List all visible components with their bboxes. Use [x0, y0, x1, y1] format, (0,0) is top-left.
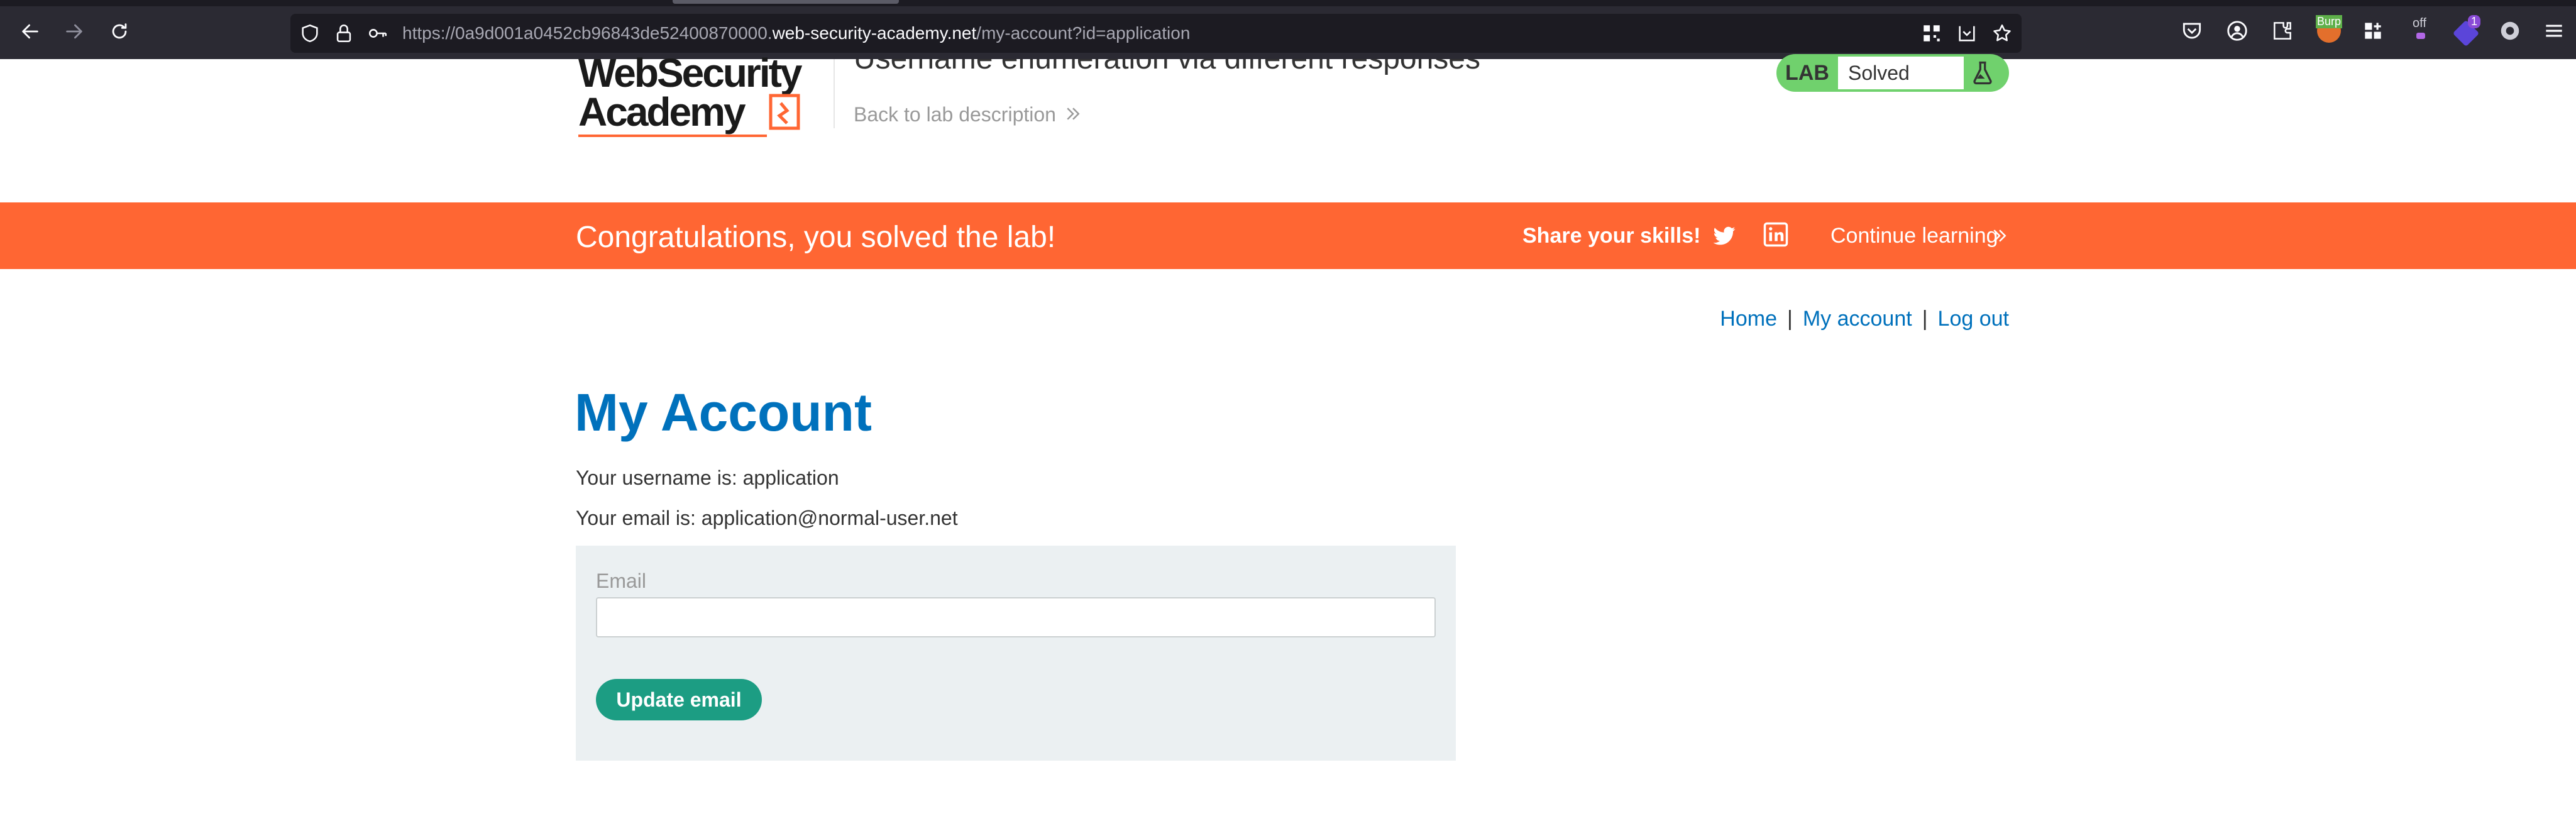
burp-extension-icon[interactable]: Burp [2316, 15, 2343, 43]
lab-badge-label: LAB [1785, 60, 1829, 85]
linkedin-icon[interactable] [1763, 221, 1789, 248]
pocket-icon[interactable] [2180, 19, 2204, 43]
lab-title-clip: Username enumeration via different respo… [842, 59, 1534, 84]
continue-learning-link[interactable]: Continue learning [1830, 224, 1998, 248]
nav-separator: | [1787, 307, 1793, 331]
change-email-form: Email Update email [576, 546, 1456, 761]
url-prefix: https://0a9d001a0452cb96843de52400870000… [402, 23, 773, 43]
double-chevron-right-icon [1067, 107, 1080, 120]
badge-count: 1 [2468, 15, 2481, 28]
web-security-academy-logo[interactable]: WebSecurity Academy [578, 50, 805, 140]
menu-icon[interactable] [2542, 19, 2566, 43]
back-to-lab-link[interactable]: Back to lab description [854, 103, 1056, 126]
top-nav: Home | My account | Log out [1720, 307, 2009, 331]
username-line: Your username is: application [576, 466, 839, 489]
forward-arrow-icon[interactable] [60, 18, 88, 45]
nav-log-out-link[interactable]: Log out [1938, 307, 2009, 331]
email-input[interactable] [596, 597, 1436, 637]
page-title: My Account [575, 383, 872, 442]
account-icon[interactable] [2225, 19, 2249, 43]
grid-extension-icon[interactable] [2361, 19, 2385, 43]
browser-toolbar: https://0a9d001a0452cb96843de52400870000… [0, 0, 2576, 59]
double-chevron-right-icon [1993, 229, 2006, 242]
email-label: Email [596, 570, 647, 592]
logo-underline [578, 135, 767, 137]
shield-icon[interactable] [299, 23, 321, 44]
reload-icon[interactable] [106, 18, 133, 45]
lab-title: Username enumeration via different respo… [854, 59, 1480, 76]
back-arrow-icon[interactable] [16, 18, 44, 45]
qr-code-icon[interactable] [1921, 23, 1942, 44]
burp-label: Burp [2316, 15, 2343, 28]
logo-line2: Academy [578, 89, 746, 135]
twitter-icon[interactable] [1711, 223, 1737, 249]
url-text[interactable]: https://0a9d001a0452cb96843de52400870000… [402, 23, 1190, 43]
nav-separator: | [1922, 307, 1928, 331]
circle-extension-icon[interactable] [2498, 19, 2522, 43]
flask-icon [1973, 61, 1992, 85]
nav-home-link[interactable]: Home [1720, 307, 1777, 331]
lab-badge-status: Solved [1838, 57, 1964, 89]
address-bar[interactable]: https://0a9d001a0452cb96843de52400870000… [290, 14, 2022, 53]
bookmark-star-icon[interactable] [1991, 23, 2013, 44]
key-icon[interactable] [367, 23, 388, 44]
shield-extension-icon[interactable]: 1 [2452, 15, 2481, 47]
logo-line1: WebSecurity [578, 50, 802, 96]
active-tab[interactable] [673, 0, 899, 4]
email-line: Your email is: application@normal-user.n… [576, 507, 958, 529]
lock-icon[interactable] [333, 23, 355, 44]
extensions-icon[interactable] [2271, 19, 2294, 43]
url-path: /my-account?id=application [976, 23, 1191, 43]
banner-message: Congratulations, you solved the lab! [576, 221, 1056, 254]
off-extension-icon[interactable]: off [2411, 16, 2435, 43]
share-label: Share your skills! [1522, 224, 1701, 248]
url-host: web-security-academy.net [772, 23, 977, 43]
nav-my-account-link[interactable]: My account [1803, 307, 1912, 331]
save-page-icon[interactable] [1956, 23, 1978, 44]
lab-status-badge: LAB Solved [1776, 54, 2009, 92]
off-label: off [2413, 16, 2426, 30]
header-divider [834, 59, 835, 128]
logo-mark-icon [769, 94, 800, 130]
update-email-button[interactable]: Update email [596, 679, 762, 720]
solved-banner: Congratulations, you solved the lab! Sha… [0, 202, 2576, 269]
tab-strip [0, 0, 2576, 6]
